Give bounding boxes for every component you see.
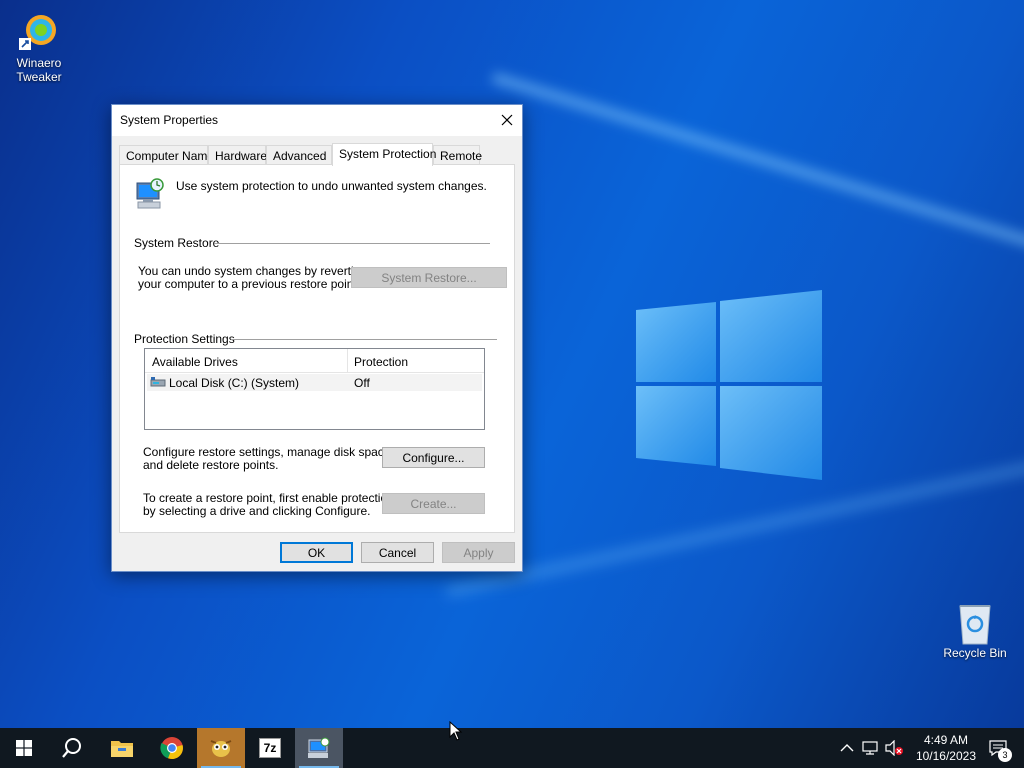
- tab-remote[interactable]: Remote: [433, 145, 482, 165]
- tab-advanced[interactable]: Advanced: [266, 145, 332, 165]
- winaero-tweaker-icon: [210, 740, 232, 757]
- recycle-bin-icon: [955, 602, 995, 645]
- group-divider: [214, 243, 490, 244]
- clock-date: 10/16/2023: [915, 749, 976, 763]
- desktop-light-beam: [491, 72, 1024, 258]
- intro-text: Use system protection to undo unwanted s…: [176, 179, 487, 193]
- close-button[interactable]: [492, 105, 522, 135]
- system-properties-dialog: System Properties Computer Name Hardware…: [111, 104, 523, 572]
- taskbar-7zip[interactable]: 7z: [246, 728, 294, 768]
- drive-name: Local Disk (C:) (System): [169, 376, 300, 390]
- taskbar-winaero-tweaker[interactable]: [197, 728, 245, 768]
- action-center-button[interactable]: 3: [984, 738, 1012, 762]
- search-icon: [62, 738, 81, 758]
- table-row[interactable]: Local Disk (C:) (System) Off: [147, 374, 482, 391]
- network-icon: [862, 741, 878, 755]
- drives-list[interactable]: Available Drives Protection Local Disk (…: [144, 348, 485, 430]
- system-protection-icon: [136, 178, 164, 209]
- 7zip-icon: 7z: [259, 738, 281, 758]
- network-tray-button[interactable]: [861, 738, 881, 758]
- tab-system-protection[interactable]: System Protection: [332, 143, 436, 166]
- taskbar: 7z 4:49 AM 10/16/2023 3: [0, 728, 1024, 768]
- system-restore-group-label: System Restore: [134, 236, 220, 250]
- drives-list-header: Available Drives Protection: [145, 349, 484, 373]
- start-button[interactable]: [0, 728, 48, 768]
- configure-button[interactable]: Configure...: [382, 447, 485, 468]
- system-protection-panel: Use system protection to undo unwanted s…: [119, 164, 515, 533]
- close-icon: [501, 114, 513, 126]
- create-description: by selecting a drive and clicking Config…: [143, 504, 371, 518]
- drive-protection-status: Off: [354, 376, 370, 390]
- search-button[interactable]: [48, 728, 96, 768]
- desktop-icon-recycle-bin[interactable]: Recycle Bin: [937, 602, 1013, 660]
- system-properties-icon: [308, 737, 330, 758]
- clock-time: 4:49 AM: [923, 733, 968, 747]
- volume-muted-icon: [885, 740, 903, 756]
- show-hidden-icons-button[interactable]: [837, 738, 857, 758]
- start-icon: [16, 740, 32, 756]
- create-button[interactable]: Create...: [382, 493, 485, 514]
- configure-description: and delete restore points.: [143, 458, 279, 472]
- chevron-up-icon: [840, 744, 854, 752]
- taskbar-clock[interactable]: 4:49 AM 10/16/2023: [916, 732, 976, 764]
- apply-button[interactable]: Apply: [442, 542, 515, 563]
- desktop-icon-label: Recycle Bin: [943, 646, 1007, 660]
- dialog-titlebar[interactable]: System Properties: [112, 105, 522, 136]
- drive-icon: [150, 377, 166, 387]
- volume-tray-button[interactable]: [884, 738, 904, 758]
- taskbar-system-properties[interactable]: [295, 728, 343, 768]
- mouse-cursor-icon: [449, 721, 463, 741]
- winaero-tweaker-icon: [19, 12, 59, 52]
- desktop-icon-label: Tweaker: [16, 70, 62, 84]
- windows-logo-wallpaper: [636, 290, 822, 480]
- system-restore-button[interactable]: System Restore...: [351, 267, 507, 288]
- tab-hardware[interactable]: Hardware: [208, 145, 267, 165]
- column-header-available-drives[interactable]: Available Drives: [152, 355, 238, 369]
- taskbar-chrome[interactable]: [148, 728, 196, 768]
- column-header-protection[interactable]: Protection: [354, 355, 408, 369]
- chrome-icon: [160, 737, 183, 760]
- notification-count-badge: 3: [998, 748, 1012, 762]
- system-restore-description: your computer to a previous restore poin…: [138, 277, 361, 291]
- 7zip-label: 7z: [263, 741, 277, 755]
- taskbar-file-explorer[interactable]: [98, 728, 146, 768]
- column-separator: [347, 349, 348, 373]
- ok-button[interactable]: OK: [280, 542, 353, 563]
- desktop-icon-winaero-tweaker[interactable]: Winaero Tweaker: [1, 12, 77, 84]
- desktop-icon-label: Winaero: [16, 56, 62, 70]
- dialog-title: System Properties: [120, 113, 219, 127]
- protection-settings-group-label: Protection Settings: [134, 332, 235, 346]
- file-explorer-icon: [111, 741, 133, 757]
- cancel-button[interactable]: Cancel: [361, 542, 434, 563]
- group-divider: [231, 339, 497, 340]
- tab-computer-name[interactable]: Computer Name: [119, 145, 214, 165]
